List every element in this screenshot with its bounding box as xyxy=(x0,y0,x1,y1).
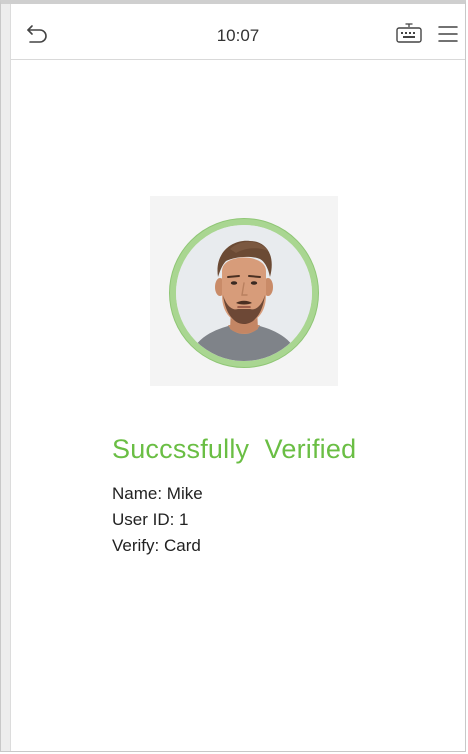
top-bar: 10:07 xyxy=(11,4,465,60)
keyboard-icon[interactable] xyxy=(395,22,423,46)
avatar xyxy=(169,218,319,368)
verify-method-line: Verify: Card xyxy=(112,536,201,555)
menu-icon[interactable] xyxy=(437,25,459,43)
user-id-line: User ID: 1 xyxy=(112,510,189,529)
left-edge-bar xyxy=(1,4,11,751)
user-photo xyxy=(176,225,312,361)
user-name-line: Name: Mike xyxy=(112,484,203,503)
verification-status-title: Succssfully Verified xyxy=(112,434,357,464)
